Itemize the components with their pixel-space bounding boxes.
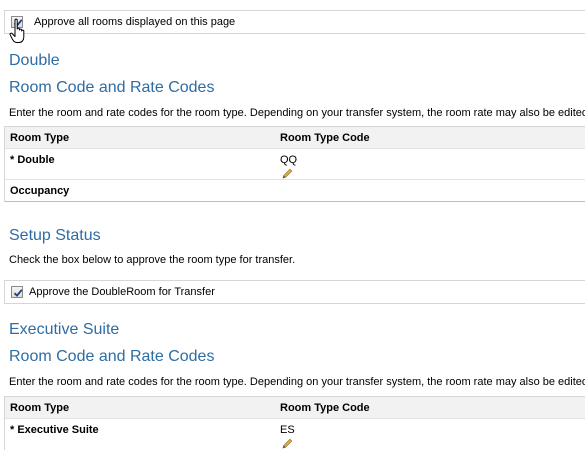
- room-name-heading: Executive Suite: [9, 321, 120, 338]
- room-type-cell: * Double: [10, 154, 55, 166]
- occupancy-label: Occupancy: [10, 185, 70, 197]
- approve-room-bar: Approve the DoubleRoom for Transfer: [4, 280, 585, 304]
- codes-description: Enter the room and rate codes for the ro…: [9, 376, 585, 388]
- setup-status-heading: Setup Status: [9, 227, 101, 244]
- table-header: Room Type Room Type Code: [5, 127, 585, 149]
- room-name-heading: Double: [9, 52, 60, 69]
- room-type-code-cell: QQ: [280, 154, 298, 166]
- codes-description: Enter the room and rate codes for the ro…: [9, 107, 585, 119]
- approve-all-label: Approve all rooms displayed on this page: [34, 16, 236, 28]
- room-type-code-cell: ES: [280, 424, 295, 436]
- hand-cursor-icon: [9, 18, 25, 43]
- approve-room-label: Approve the DoubleRoom for Transfer: [29, 286, 215, 298]
- header-room-type-code: Room Type Code: [280, 132, 370, 144]
- codes-heading: Room Code and Rate Codes: [9, 348, 215, 365]
- table-row: * Executive Suite ES: [5, 419, 585, 450]
- pencil-icon[interactable]: [282, 168, 293, 179]
- approve-all-bar: Approve all rooms displayed on this page: [4, 10, 585, 34]
- room-type-cell: * Executive Suite: [10, 424, 99, 436]
- header-room-type-code: Room Type Code: [280, 402, 370, 414]
- checkmark-icon: [13, 289, 23, 297]
- setup-description: Check the box below to approve the room …: [9, 254, 296, 266]
- pencil-icon[interactable]: [282, 438, 293, 449]
- approve-room-checkbox[interactable]: [11, 286, 23, 298]
- room-codes-table: Room Type Room Type Code * Double QQ Occ…: [4, 126, 585, 202]
- table-row: * Double QQ: [5, 149, 585, 180]
- header-room-type: Room Type: [10, 402, 70, 414]
- table-header: Room Type Room Type Code: [5, 397, 585, 419]
- codes-heading: Room Code and Rate Codes: [9, 79, 215, 96]
- room-codes-table: Room Type Room Type Code * Executive Sui…: [4, 396, 585, 450]
- header-room-type: Room Type: [10, 132, 70, 144]
- occupancy-row: Occupancy: [5, 180, 585, 202]
